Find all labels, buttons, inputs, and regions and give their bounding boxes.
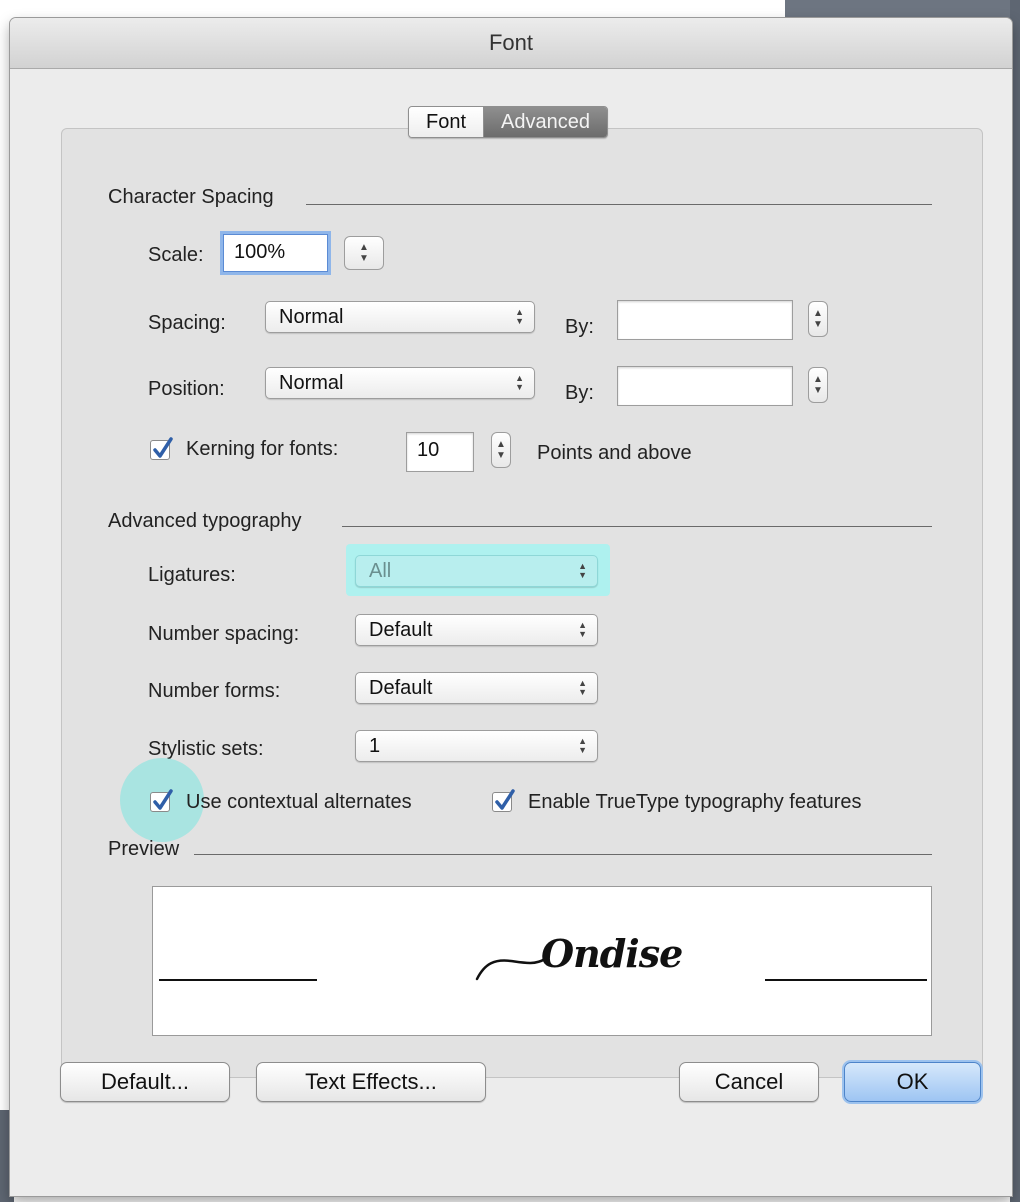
select-arrows-icon: ▲ ▼ — [578, 561, 587, 580]
arrow-down-icon: ▼ — [359, 253, 369, 264]
number-spacing-value: Default — [369, 619, 433, 641]
select-arrows-icon: ▲ ▼ — [578, 620, 587, 639]
tab-bar: Font Advanced — [408, 106, 608, 138]
tab-advanced[interactable]: Advanced — [484, 107, 607, 137]
spacing-by-stepper[interactable]: ▲ ▼ — [808, 301, 828, 337]
arrow-up-icon: ▲ — [359, 242, 369, 253]
arrow-down-icon: ▼ — [496, 450, 506, 461]
truetype-features-label: Enable TrueType typography features — [528, 791, 862, 813]
checkmark-icon — [495, 789, 515, 810]
select-arrows-icon: ▲ ▼ — [515, 373, 524, 392]
section-character-spacing: Character Spacing — [108, 186, 274, 208]
scale-input[interactable]: 100% — [223, 234, 328, 272]
cancel-button[interactable]: Cancel — [679, 1062, 819, 1102]
scale-label: Scale: — [148, 244, 204, 266]
preview-box: Ondise — [152, 886, 932, 1036]
number-forms-value: Default — [369, 677, 433, 699]
default-button[interactable]: Default... — [60, 1062, 230, 1102]
preview-swash — [475, 957, 547, 981]
number-spacing-label: Number spacing: — [148, 623, 300, 645]
position-by-label: By: — [565, 382, 594, 404]
kerning-checkbox[interactable] — [150, 437, 173, 460]
dialog-title: Font — [488, 30, 534, 55]
spacing-value: Normal — [279, 306, 344, 328]
stylistic-sets-select[interactable]: 1 ▲ ▼ — [355, 730, 598, 762]
preview-sample-text: Ondise — [541, 931, 683, 976]
position-by-input[interactable] — [617, 366, 793, 406]
position-value: Normal — [279, 372, 344, 394]
kerning-label: Kerning for fonts: — [186, 438, 339, 460]
position-by-stepper[interactable]: ▲ ▼ — [808, 367, 828, 403]
arrow-up-icon: ▲ — [496, 439, 506, 450]
spacing-by-input[interactable] — [617, 300, 793, 340]
spacing-by-label: By: — [565, 316, 594, 338]
title-bar: Font — [10, 18, 1012, 69]
position-label: Position: — [148, 378, 225, 400]
arrow-up-icon: ▲ — [813, 374, 823, 385]
truetype-features-checkbox[interactable] — [492, 789, 515, 812]
font-dialog: Font Font Advanced Character Spacing Sca… — [10, 18, 1012, 1196]
section-advanced-typography: Advanced typography — [108, 510, 302, 532]
section-preview: Preview — [108, 838, 180, 860]
kerning-stepper[interactable]: ▲ ▼ — [491, 432, 511, 468]
position-select[interactable]: Normal ▲ ▼ — [265, 367, 535, 399]
ligatures-value: All — [369, 560, 392, 582]
divider — [306, 204, 932, 205]
spacing-select[interactable]: Normal ▲ ▼ — [265, 301, 535, 333]
baseline-right — [765, 979, 927, 981]
number-forms-label: Number forms: — [148, 680, 281, 702]
divider — [342, 526, 932, 527]
checkmark-icon — [153, 437, 173, 458]
select-arrows-icon: ▲ ▼ — [578, 678, 587, 697]
arrow-up-icon: ▲ — [813, 308, 823, 319]
ok-button[interactable]: OK — [844, 1062, 981, 1102]
kerning-input[interactable]: 10 — [406, 432, 474, 472]
arrow-down-icon: ▼ — [813, 319, 823, 330]
contextual-alternates-label: Use contextual alternates — [186, 791, 412, 813]
ligatures-label: Ligatures: — [148, 564, 236, 586]
spacing-label: Spacing: — [148, 312, 226, 334]
divider — [194, 854, 932, 855]
number-forms-select[interactable]: Default ▲ ▼ — [355, 672, 598, 704]
kerning-suffix: Points and above — [537, 442, 692, 464]
scale-stepper[interactable]: ▲ ▼ — [344, 236, 384, 270]
baseline-left — [159, 979, 317, 981]
stylistic-sets-value: 1 — [369, 735, 381, 757]
tab-font[interactable]: Font — [409, 107, 485, 137]
contextual-alternates-checkbox[interactable] — [150, 789, 173, 812]
checkmark-icon — [153, 789, 173, 810]
select-arrows-icon: ▲ ▼ — [578, 736, 587, 755]
text-effects-button[interactable]: Text Effects... — [256, 1062, 486, 1102]
number-spacing-select[interactable]: Default ▲ ▼ — [355, 614, 598, 646]
arrow-down-icon: ▼ — [813, 385, 823, 396]
ligatures-select[interactable]: All ▲ ▼ — [355, 555, 598, 587]
select-arrows-icon: ▲ ▼ — [515, 307, 524, 326]
